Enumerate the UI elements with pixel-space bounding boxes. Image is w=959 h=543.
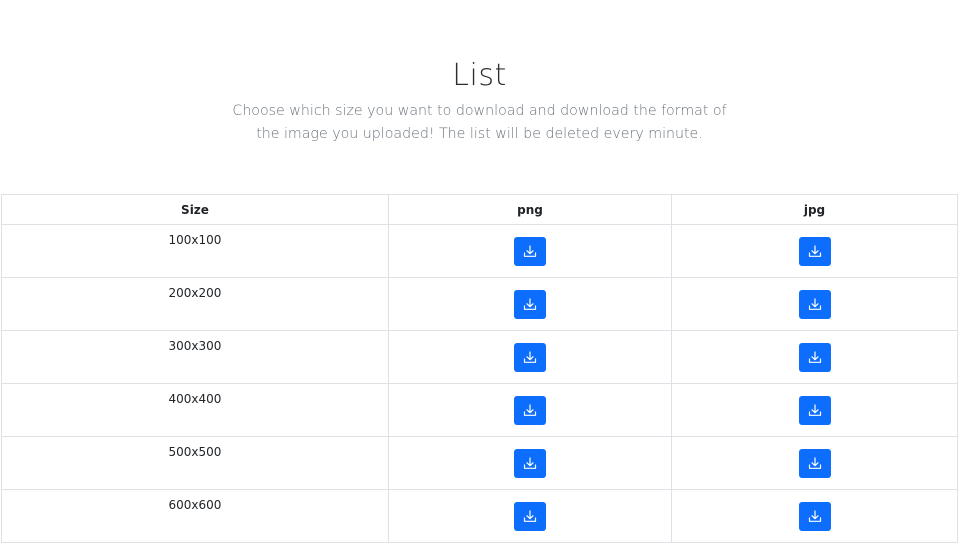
download-png-button[interactable] — [514, 237, 546, 266]
table-row: 100x100 — [1, 224, 958, 278]
png-cell — [388, 436, 672, 490]
jpg-cell — [671, 277, 958, 331]
size-cell: 400x400 — [1, 383, 389, 437]
download-icon — [523, 245, 537, 257]
table-row: 200x200 — [1, 277, 958, 331]
page-subtitle: Choose which size you want to download a… — [232, 103, 727, 142]
download-png-button[interactable] — [514, 396, 546, 425]
table-body: 100x100 200x200 300x300 400x400 500x500 … — [1, 224, 958, 543]
jpg-cell — [671, 330, 958, 384]
png-cell — [388, 489, 672, 543]
column-header-jpg: jpg — [671, 194, 958, 225]
download-png-button[interactable] — [514, 502, 546, 531]
download-icon — [808, 457, 821, 469]
download-icon — [808, 404, 821, 416]
column-header-png: png — [388, 194, 672, 225]
download-jpg-button[interactable] — [798, 449, 831, 478]
jpg-cell — [671, 489, 958, 543]
download-jpg-button[interactable] — [798, 343, 831, 372]
download-png-button[interactable] — [514, 449, 546, 478]
table-row: 400x400 — [1, 383, 958, 437]
download-png-button[interactable] — [514, 343, 546, 372]
download-jpg-button[interactable] — [798, 502, 831, 531]
png-cell — [388, 277, 672, 331]
size-cell: 100x100 — [1, 224, 389, 278]
download-icon — [808, 510, 821, 522]
png-cell — [388, 383, 672, 437]
size-cell: 600x600 — [1, 489, 389, 543]
column-header-size: Size — [1, 194, 389, 225]
size-table: Size png jpg 100x100 200x200 300x300 400… — [1, 194, 958, 543]
size-cell: 200x200 — [1, 277, 389, 331]
download-icon — [523, 404, 537, 416]
table-header-row: Size png jpg — [1, 194, 958, 225]
download-icon — [523, 457, 537, 469]
jpg-cell — [671, 436, 958, 490]
jpg-cell — [671, 383, 958, 437]
download-jpg-button[interactable] — [798, 237, 831, 266]
table-row: 300x300 — [1, 330, 958, 384]
table-row: 600x600 — [1, 489, 958, 543]
jpg-cell — [671, 224, 958, 278]
download-icon — [808, 298, 821, 310]
png-cell — [388, 330, 672, 384]
download-icon — [808, 351, 821, 363]
page-title: List — [452, 58, 507, 93]
download-icon — [808, 245, 821, 257]
table-row: 500x500 — [1, 436, 958, 490]
size-table-container: Size png jpg 100x100 200x200 300x300 400… — [1, 194, 958, 543]
size-cell: 500x500 — [1, 436, 389, 490]
download-icon — [523, 510, 537, 522]
page-header: List Choose which size you want to downl… — [0, 58, 959, 146]
download-jpg-button[interactable] — [798, 396, 831, 425]
download-jpg-button[interactable] — [798, 290, 831, 319]
size-cell: 300x300 — [1, 330, 389, 384]
download-icon — [523, 298, 537, 310]
png-cell — [388, 224, 672, 278]
download-png-button[interactable] — [514, 290, 546, 319]
download-icon — [523, 351, 537, 363]
